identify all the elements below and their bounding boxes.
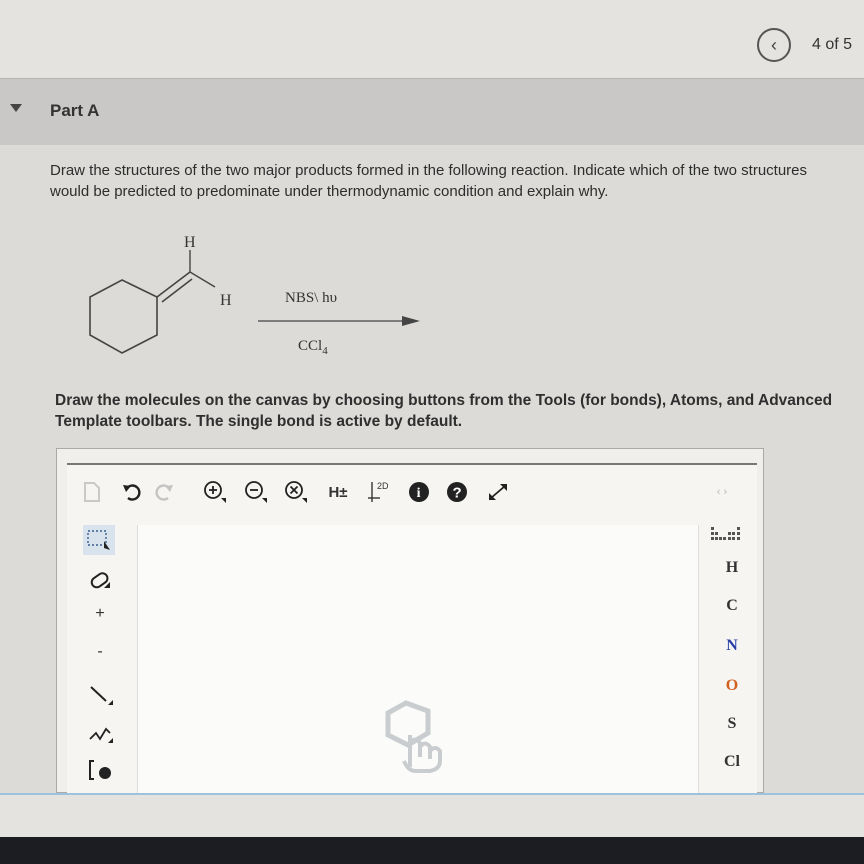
cyclohexane-ring [89,279,158,354]
zoom-out-icon[interactable] [243,479,269,505]
chain-tool-icon[interactable] [85,718,115,748]
os-taskbar [0,837,864,864]
atom-button-o[interactable]: O [717,677,747,695]
eraser-icon[interactable] [87,567,113,593]
single-bond-icon[interactable] [85,680,115,710]
top-navigation-bar: ‹ 4 of 5 [0,0,864,78]
reagent-below-subscript: 4 [322,345,328,357]
atom-label-h-right: H [220,292,232,309]
atom-button-s[interactable]: S [717,715,747,733]
reagent-below-main: CCl [298,338,322,354]
atom-label-h-top: H [184,234,196,251]
bottom-strip [0,793,864,839]
undo-icon[interactable] [121,481,143,503]
hydrogen-toggle-button[interactable]: H± [323,481,353,503]
atom-button-cl[interactable]: Cl [717,753,747,771]
editor-workspace: H± 2D i ? ‹ › + - H C N O S Cl [67,463,757,795]
atom-button-n[interactable]: N [717,637,747,655]
reagent-above: NBS\ hυ [285,290,337,306]
canvas-template-watermark-icon [385,700,442,773]
help-label: ? [453,485,462,502]
charge-minus-button[interactable]: - [87,641,113,663]
atom-button-h[interactable]: H [717,559,747,577]
fullscreen-icon[interactable] [485,480,511,504]
bracket-tool-icon[interactable] [85,757,115,783]
question-text: Draw the structures of the two major pro… [50,162,808,200]
clean-2d-label: 2D [377,481,389,491]
reaction-arrow-head [402,316,420,326]
drawing-canvas[interactable] [137,525,699,795]
clean-2d-button[interactable]: 2D [365,477,395,505]
atom-button-c[interactable]: C [717,597,747,615]
bond-to-h-right [189,271,216,288]
new-document-icon[interactable] [81,481,103,503]
selection-tool-icon[interactable] [83,525,115,555]
instruction-text: Draw the molecules on the canvas by choo… [55,392,833,430]
periodic-table-icon[interactable] [709,523,743,543]
info-label: i [417,486,421,501]
molecule-editor: H± 2D i ? ‹ › + - H C N O S Cl [56,448,764,795]
collapse-caret-icon[interactable] [10,104,22,112]
reaction-scheme: H H NBS\ hυ CCl4 [89,234,420,357]
part-title: Part A [50,101,100,120]
help-icon[interactable]: ? [445,480,469,504]
chevron-left-icon[interactable]: ‹ [757,28,791,62]
redo-icon[interactable] [153,481,175,503]
part-header[interactable]: Part A [0,78,864,145]
reagent-below: CCl4 [298,338,328,357]
info-icon[interactable]: i [407,480,431,504]
charge-plus-button[interactable]: + [87,603,113,625]
clear-canvas-icon[interactable] [283,479,309,505]
page-count: 4 of 5 [812,36,853,53]
zoom-in-icon[interactable] [202,479,228,505]
panel-arrows-icon[interactable]: ‹ › [707,483,737,501]
